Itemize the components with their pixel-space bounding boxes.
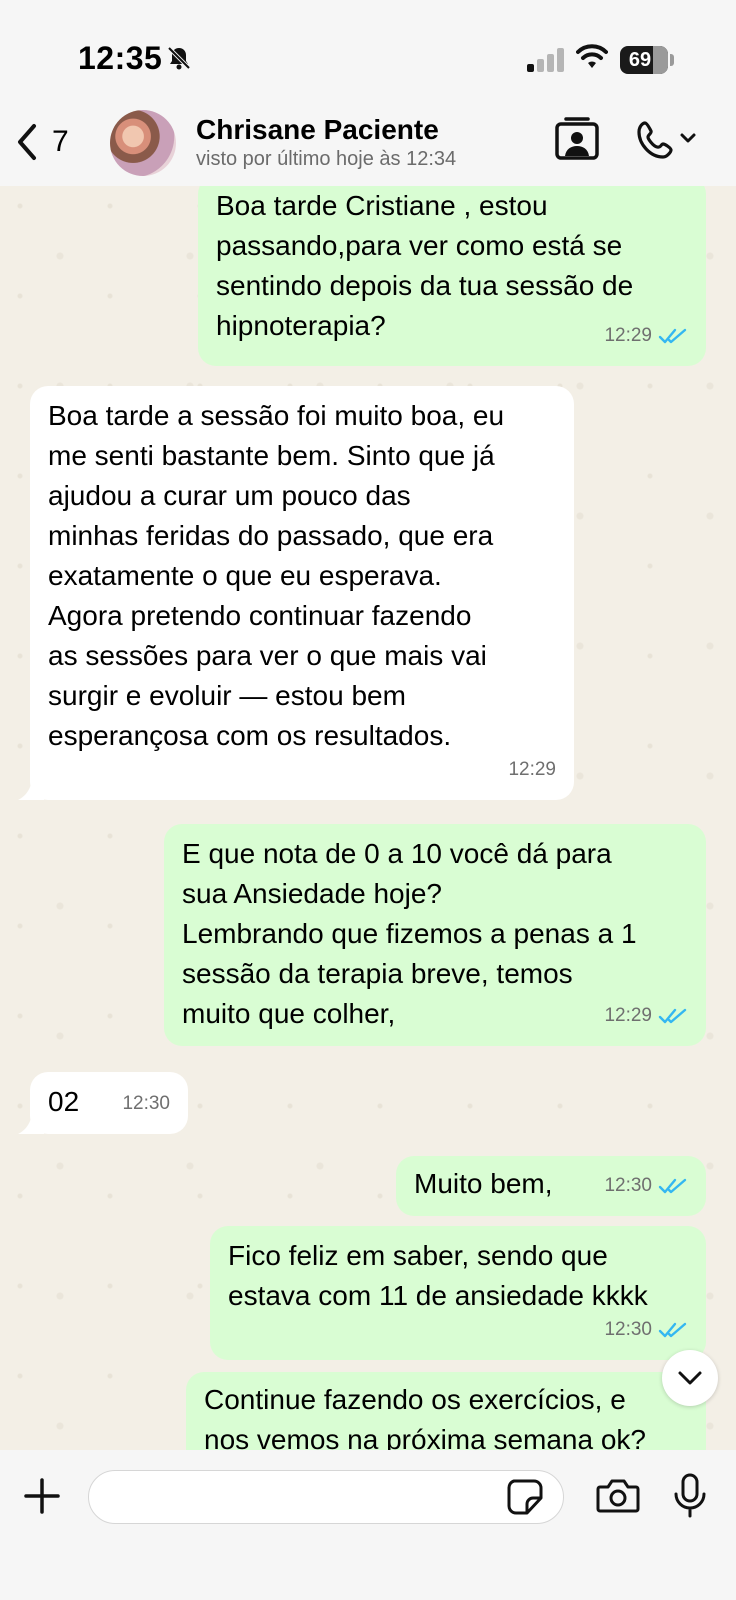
battery-icon: 69: [620, 46, 668, 74]
wifi-icon: [576, 44, 608, 68]
unread-count: 7: [52, 125, 69, 158]
message-meta: 12:29: [604, 316, 688, 356]
signal-icon: [527, 48, 564, 72]
double-check-icon: [658, 328, 687, 344]
battery-level: 69: [628, 49, 652, 71]
chevron-down-icon: [678, 1371, 702, 1385]
message-meta: 12:29: [508, 750, 556, 790]
camera-icon[interactable]: [596, 1478, 640, 1514]
message-input[interactable]: [88, 1470, 564, 1524]
chevron-left-icon: [18, 124, 36, 160]
status-bar: 12:35 69: [0, 0, 736, 110]
bubble-tail: [18, 776, 44, 800]
status-time: 12:35: [78, 40, 163, 76]
avatar[interactable]: [110, 110, 176, 176]
message-time: 12:30: [604, 1175, 652, 1196]
message-outgoing[interactable]: Fico feliz em saber, sendo que estava co…: [210, 1226, 706, 1360]
message-outgoing[interactable]: Continue fazendo os exercícios, e nos ve…: [186, 1372, 706, 1450]
message-meta: 12:30: [122, 1084, 170, 1124]
message-incoming[interactable]: Boa tarde a sessão foi muito boa, eu me …: [30, 386, 574, 800]
video-call-icon[interactable]: [554, 116, 600, 162]
contact-name[interactable]: Chrisane Paciente: [196, 114, 439, 146]
double-check-icon: [658, 1322, 687, 1338]
message-meta: 12:30: [604, 1310, 688, 1350]
message-time: 12:29: [508, 759, 556, 780]
message-outgoing[interactable]: Muito bem, 12:30: [396, 1156, 706, 1216]
bell-muted-icon: [167, 46, 191, 70]
message-meta: 12:29: [604, 996, 688, 1036]
message-meta: 12:30: [604, 1166, 688, 1206]
double-check-icon: [658, 1178, 687, 1194]
message-time: 12:29: [604, 325, 652, 346]
message-time: 12:30: [122, 1093, 170, 1114]
scroll-to-bottom-button[interactable]: [662, 1350, 718, 1406]
message-incoming[interactable]: 02 12:30: [30, 1072, 188, 1134]
chat-header: 7 Chrisane Paciente visto por último hoj…: [0, 110, 736, 186]
contact-last-seen: visto por último hoje às 12:34: [196, 148, 457, 170]
message-outgoing[interactable]: E que nota de 0 a 10 você dá para sua An…: [164, 824, 706, 1046]
bubble-tail: [18, 1110, 44, 1134]
chat-area[interactable]: Boa tarde Cristiane , estou passando,par…: [0, 186, 736, 1450]
message-text: Boa tarde a sessão foi muito boa, eu me …: [48, 400, 505, 751]
back-button[interactable]: 7: [14, 122, 69, 162]
battery-cap: [670, 54, 674, 66]
plus-icon[interactable]: [22, 1476, 62, 1516]
message-time: 12:30: [604, 1319, 652, 1340]
double-check-icon: [658, 1008, 687, 1024]
message-text: Fico feliz em saber, sendo que estava co…: [228, 1240, 648, 1311]
phone-call-icon[interactable]: [636, 120, 702, 160]
composer-bar: [0, 1450, 736, 1600]
sticker-icon[interactable]: [506, 1478, 544, 1516]
microphone-icon[interactable]: [672, 1472, 708, 1520]
message-time: 12:29: [604, 1005, 652, 1026]
message-outgoing[interactable]: Boa tarde Cristiane , estou passando,par…: [198, 186, 706, 366]
message-text: Continue fazendo os exercícios, e nos ve…: [204, 1384, 646, 1450]
